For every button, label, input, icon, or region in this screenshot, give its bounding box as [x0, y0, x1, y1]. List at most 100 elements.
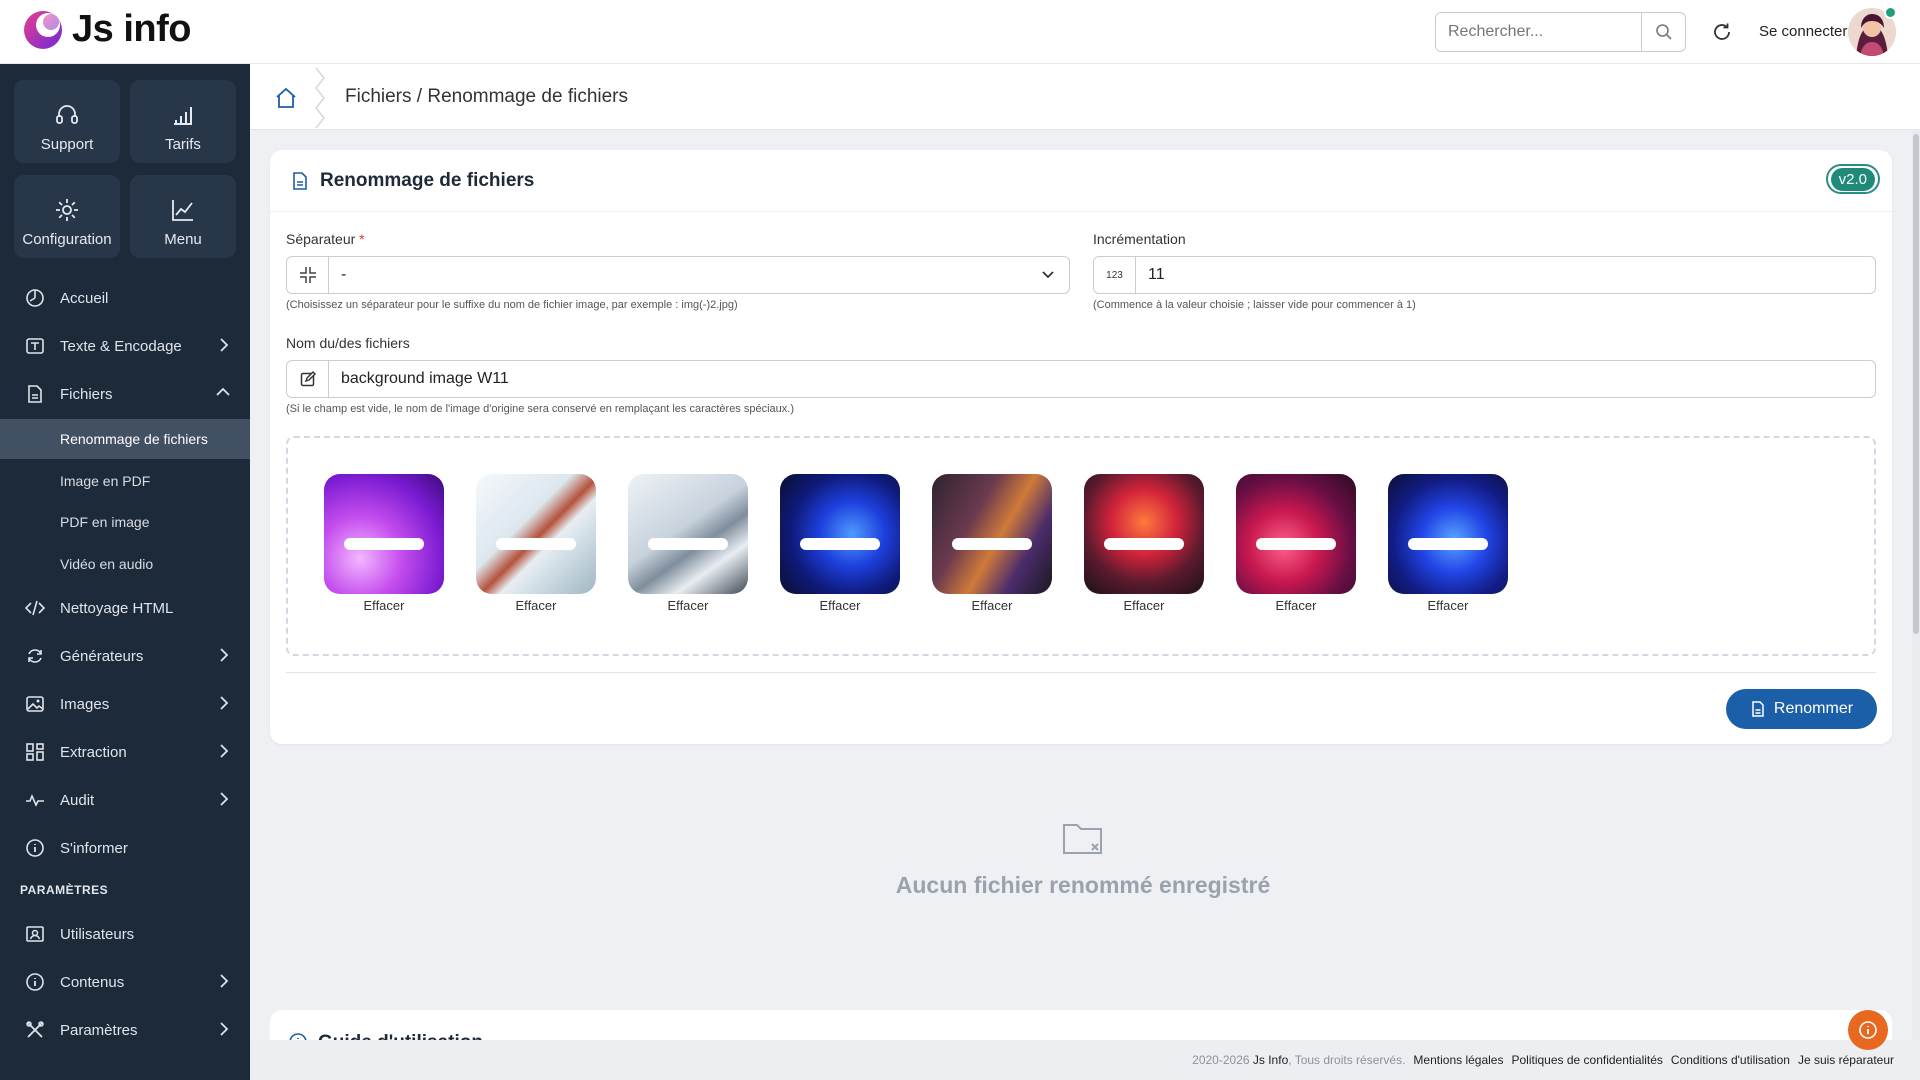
- sidebar-item-audit[interactable]: Audit: [0, 778, 250, 822]
- sidebar-item-contenus[interactable]: Contenus: [0, 960, 250, 1004]
- delete-image-link[interactable]: Effacer: [1236, 598, 1356, 613]
- tile-label: Configuration: [22, 231, 112, 248]
- code-icon: [24, 597, 46, 619]
- delete-image-link[interactable]: Effacer: [476, 598, 596, 613]
- empty-state-text: Aucun fichier renommé enregistré: [895, 872, 1271, 898]
- sidebar-item-sinformer[interactable]: S'informer: [0, 826, 250, 870]
- tile-menu[interactable]: Menu: [130, 175, 236, 258]
- footer-rights: , Tous droits réservés.: [1288, 1053, 1406, 1067]
- sidebar-item-fichiers[interactable]: Fichiers: [0, 372, 250, 416]
- sidebar-item-label: Images: [60, 695, 110, 713]
- rename-card: Renommage de fichiers v2.0 Séparateur * …: [270, 150, 1892, 744]
- separator-select[interactable]: -: [286, 256, 1070, 294]
- sidebar-subitem-label: Renommage de fichiers: [60, 431, 208, 447]
- compress-icon: [287, 257, 329, 293]
- footer: 2020-2026 Js Info, Tous droits réservés.…: [250, 1040, 1920, 1080]
- tile-configuration[interactable]: Configuration: [14, 175, 120, 258]
- file-icon: [1752, 701, 1764, 717]
- home-icon[interactable]: [274, 86, 298, 110]
- delete-image-link[interactable]: Effacer: [1084, 598, 1204, 613]
- edit-icon: [287, 361, 329, 397]
- folder-x-icon: [1063, 824, 1102, 854]
- tile-tarifs[interactable]: Tarifs: [130, 80, 236, 163]
- sidebar-item-utilisateurs[interactable]: Utilisateurs: [0, 912, 250, 956]
- sidebar-item-generateurs[interactable]: Générateurs: [0, 634, 250, 678]
- sidebar-item-parametres[interactable]: Paramètres: [0, 1008, 250, 1052]
- tile-label: Tarifs: [165, 136, 201, 153]
- chevron-right-icon: [220, 338, 229, 352]
- sidebar-subitem-image-en-pdf[interactable]: Image en PDF: [0, 461, 250, 501]
- chevron-right-icon: [220, 696, 229, 710]
- image-icon: [24, 693, 46, 715]
- chevron-right-icon: [220, 1022, 229, 1036]
- chevron-right-icon: [220, 648, 229, 662]
- delete-image-link[interactable]: Effacer: [628, 598, 748, 613]
- search-input[interactable]: [1436, 13, 1641, 51]
- sidebar-section-label: PARAMÈTRES: [20, 883, 109, 897]
- image-thumbnail: [324, 474, 444, 594]
- sidebar-item-label: Utilisateurs: [60, 925, 135, 943]
- scrollbar-thumb[interactable]: [1913, 134, 1919, 634]
- chevron-right-icon: [220, 792, 229, 806]
- delete-image-link[interactable]: Effacer: [1388, 598, 1508, 613]
- image-thumbnail: [476, 474, 596, 594]
- app-logo[interactable]: Js info: [22, 8, 191, 51]
- footer-link-repairer[interactable]: Je suis réparateur: [1798, 1053, 1894, 1067]
- image-thumbnail: [1084, 474, 1204, 594]
- info-icon: [24, 837, 46, 859]
- delete-image-link[interactable]: Effacer: [324, 598, 444, 613]
- sidebar-subitem-video-en-audio[interactable]: Vidéo en audio: [0, 544, 250, 584]
- refresh-button[interactable]: [1710, 20, 1734, 44]
- filename-field[interactable]: background image W11: [286, 360, 1876, 398]
- file-icon: [24, 383, 46, 405]
- image-thumbnail: [1236, 474, 1356, 594]
- help-fab-button[interactable]: [1848, 1010, 1888, 1050]
- version-badge: v2.0: [1825, 164, 1880, 194]
- image-thumbnail: [780, 474, 900, 594]
- sidebar-item-label: S'informer: [60, 839, 128, 857]
- filename-hint: (Si le champ est vide, le nom de l'image…: [286, 403, 794, 415]
- sidebar-item-images[interactable]: Images: [0, 682, 250, 726]
- increment-value: 11: [1148, 266, 1165, 283]
- footer-copyright: 2020-2026 Js Info, Tous droits réservés.: [1192, 1053, 1405, 1067]
- footer-link-terms[interactable]: Conditions d'utilisation: [1671, 1053, 1790, 1067]
- headset-icon: [56, 105, 78, 124]
- sidebar-item-accueil[interactable]: Accueil: [0, 276, 250, 320]
- text-icon: [24, 335, 46, 357]
- info-icon: [24, 971, 46, 993]
- refresh-icon: [1714, 23, 1730, 40]
- sidebar-item-texte-encodage[interactable]: Texte & Encodage: [0, 324, 250, 368]
- online-status-dot: [1884, 6, 1897, 19]
- user-card-icon: [24, 923, 46, 945]
- chevron-up-icon: [216, 387, 230, 396]
- search-button[interactable]: [1641, 13, 1685, 51]
- copyright-years: 2020-2026: [1192, 1053, 1250, 1067]
- rename-button[interactable]: Renommer: [1726, 689, 1877, 729]
- image-dropzone[interactable]: Effacer Effacer Effacer Effacer Effacer …: [286, 436, 1876, 656]
- app-title: Js info: [72, 8, 191, 50]
- increment-field[interactable]: 123 11: [1093, 256, 1876, 294]
- sidebar-item-nettoyage-html[interactable]: Nettoyage HTML: [0, 586, 250, 630]
- delete-image-link[interactable]: Effacer: [780, 598, 900, 613]
- file-icon: [293, 171, 307, 190]
- sidebar-item-extraction[interactable]: Extraction: [0, 730, 250, 774]
- sidebar-subitem-label: Image en PDF: [60, 473, 151, 489]
- sidebar-item-label: Nettoyage HTML: [60, 599, 174, 617]
- login-link[interactable]: Se connecter: [1759, 23, 1847, 40]
- chevron-down-icon: [1042, 271, 1054, 279]
- sidebar-subitem-pdf-en-image[interactable]: PDF en image: [0, 502, 250, 542]
- tools-icon: [24, 1019, 46, 1041]
- image-thumbnail: [932, 474, 1052, 594]
- rename-button-label: Renommer: [1773, 700, 1854, 717]
- search-icon: [1655, 24, 1672, 40]
- info-icon: [1859, 1021, 1877, 1039]
- footer-link-privacy[interactable]: Politiques de confidentialités: [1511, 1053, 1662, 1067]
- separator-label: Séparateur *: [286, 231, 365, 247]
- required-mark: *: [359, 231, 365, 247]
- version-label: v2.0: [1830, 167, 1875, 191]
- footer-link-mentions[interactable]: Mentions légales: [1413, 1053, 1503, 1067]
- tile-support[interactable]: Support: [14, 80, 120, 163]
- delete-image-link[interactable]: Effacer: [932, 598, 1052, 613]
- sidebar-subitem-renommage[interactable]: Renommage de fichiers: [0, 419, 250, 459]
- chart-line-icon: [172, 200, 193, 221]
